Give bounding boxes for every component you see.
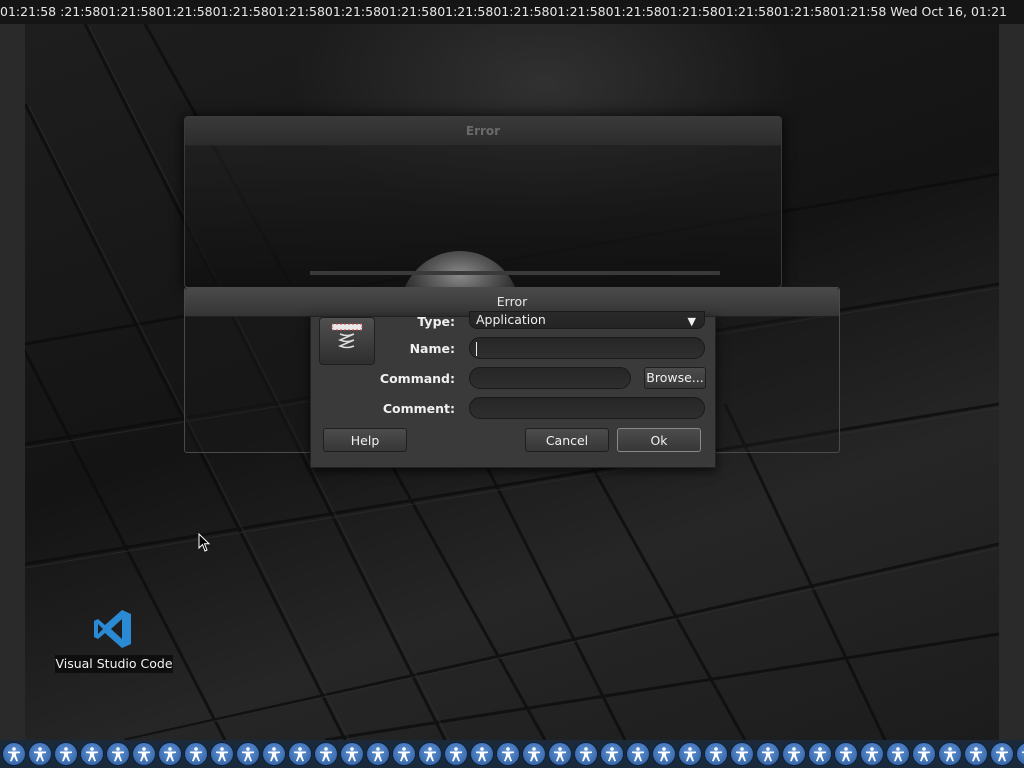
accessibility-icon[interactable] bbox=[522, 742, 546, 766]
accessibility-icon[interactable] bbox=[834, 742, 858, 766]
accessibility-icon[interactable] bbox=[392, 742, 416, 766]
accessibility-icon[interactable] bbox=[2, 742, 26, 766]
vscode-icon bbox=[94, 610, 131, 648]
background-window-graphic bbox=[400, 251, 520, 287]
accessibility-icon[interactable] bbox=[444, 742, 468, 766]
accessibility-icon[interactable] bbox=[184, 742, 208, 766]
bottom-dock bbox=[0, 740, 1024, 768]
accessibility-icon[interactable] bbox=[756, 742, 780, 766]
comment-label: Comment: bbox=[382, 401, 455, 416]
cancel-button[interactable]: Cancel bbox=[525, 428, 609, 452]
command-label: Command: bbox=[379, 371, 455, 386]
accessibility-icon[interactable] bbox=[470, 742, 494, 766]
accessibility-icon[interactable] bbox=[340, 742, 364, 766]
accessibility-icon[interactable] bbox=[80, 742, 104, 766]
accessibility-icon[interactable] bbox=[886, 742, 910, 766]
ok-button[interactable]: Ok bbox=[617, 428, 701, 452]
accessibility-icon[interactable] bbox=[704, 742, 728, 766]
accessibility-icon[interactable] bbox=[808, 742, 832, 766]
accessibility-icon[interactable] bbox=[210, 742, 234, 766]
type-label: Type: bbox=[417, 314, 455, 329]
command-field[interactable] bbox=[469, 367, 631, 389]
accessibility-icon[interactable] bbox=[314, 742, 338, 766]
accessibility-icon[interactable] bbox=[54, 742, 78, 766]
comment-field[interactable] bbox=[469, 397, 705, 419]
accessibility-icon[interactable] bbox=[418, 742, 442, 766]
accessibility-icon[interactable] bbox=[574, 742, 598, 766]
clock-text: 01:21:58 :21:5801:21:5801:21:5801:21:580… bbox=[0, 4, 1007, 19]
name-label: Name: bbox=[409, 341, 455, 356]
background-window-bar bbox=[310, 271, 720, 275]
accessibility-icon[interactable] bbox=[496, 742, 520, 766]
accessibility-icon[interactable] bbox=[548, 742, 572, 766]
right-frame bbox=[999, 24, 1024, 740]
text-caret bbox=[476, 342, 477, 356]
accessibility-icon[interactable] bbox=[678, 742, 702, 766]
accessibility-icon[interactable] bbox=[652, 742, 676, 766]
accessibility-icon[interactable] bbox=[28, 742, 52, 766]
accessibility-icon[interactable] bbox=[782, 742, 806, 766]
left-frame bbox=[0, 24, 25, 740]
accessibility-icon[interactable] bbox=[236, 742, 260, 766]
accessibility-icon[interactable] bbox=[964, 742, 988, 766]
launcher-dialog: Type: Application ▼ Name: Command: Brows… bbox=[310, 311, 716, 468]
type-dropdown[interactable]: Application ▼ bbox=[469, 311, 705, 329]
name-field[interactable] bbox=[469, 337, 705, 359]
dropdown-arrow-icon: ▼ bbox=[687, 315, 696, 328]
mouse-cursor-icon bbox=[198, 532, 212, 557]
accessibility-icon[interactable] bbox=[158, 742, 182, 766]
accessibility-icon[interactable] bbox=[860, 742, 884, 766]
accessibility-icon[interactable] bbox=[730, 742, 754, 766]
type-value: Application bbox=[476, 312, 546, 327]
accessibility-icon[interactable] bbox=[912, 742, 936, 766]
vscode-label: Visual Studio Code bbox=[55, 655, 173, 673]
accessibility-icon[interactable] bbox=[262, 742, 286, 766]
background-error-window: Error bbox=[184, 116, 782, 288]
accessibility-icon[interactable] bbox=[600, 742, 624, 766]
accessibility-icon[interactable] bbox=[626, 742, 650, 766]
desktop-icon-vscode[interactable]: Visual Studio Code bbox=[55, 607, 173, 673]
accessibility-icon[interactable] bbox=[366, 742, 390, 766]
accessibility-icon[interactable] bbox=[1016, 742, 1024, 766]
accessibility-icon[interactable] bbox=[288, 742, 312, 766]
desktop-screen: 01:21:58 :21:5801:21:5801:21:5801:21:580… bbox=[0, 0, 1024, 768]
accessibility-icon[interactable] bbox=[938, 742, 962, 766]
browse-button[interactable]: Browse... bbox=[644, 367, 706, 389]
accessibility-icon[interactable] bbox=[132, 742, 156, 766]
accessibility-icon[interactable] bbox=[990, 742, 1014, 766]
accessibility-icon[interactable] bbox=[106, 742, 130, 766]
help-button[interactable]: Help bbox=[323, 428, 407, 452]
background-window-title: Error bbox=[185, 117, 781, 146]
top-panel: 01:21:58 :21:5801:21:5801:21:5801:21:580… bbox=[0, 0, 1024, 24]
